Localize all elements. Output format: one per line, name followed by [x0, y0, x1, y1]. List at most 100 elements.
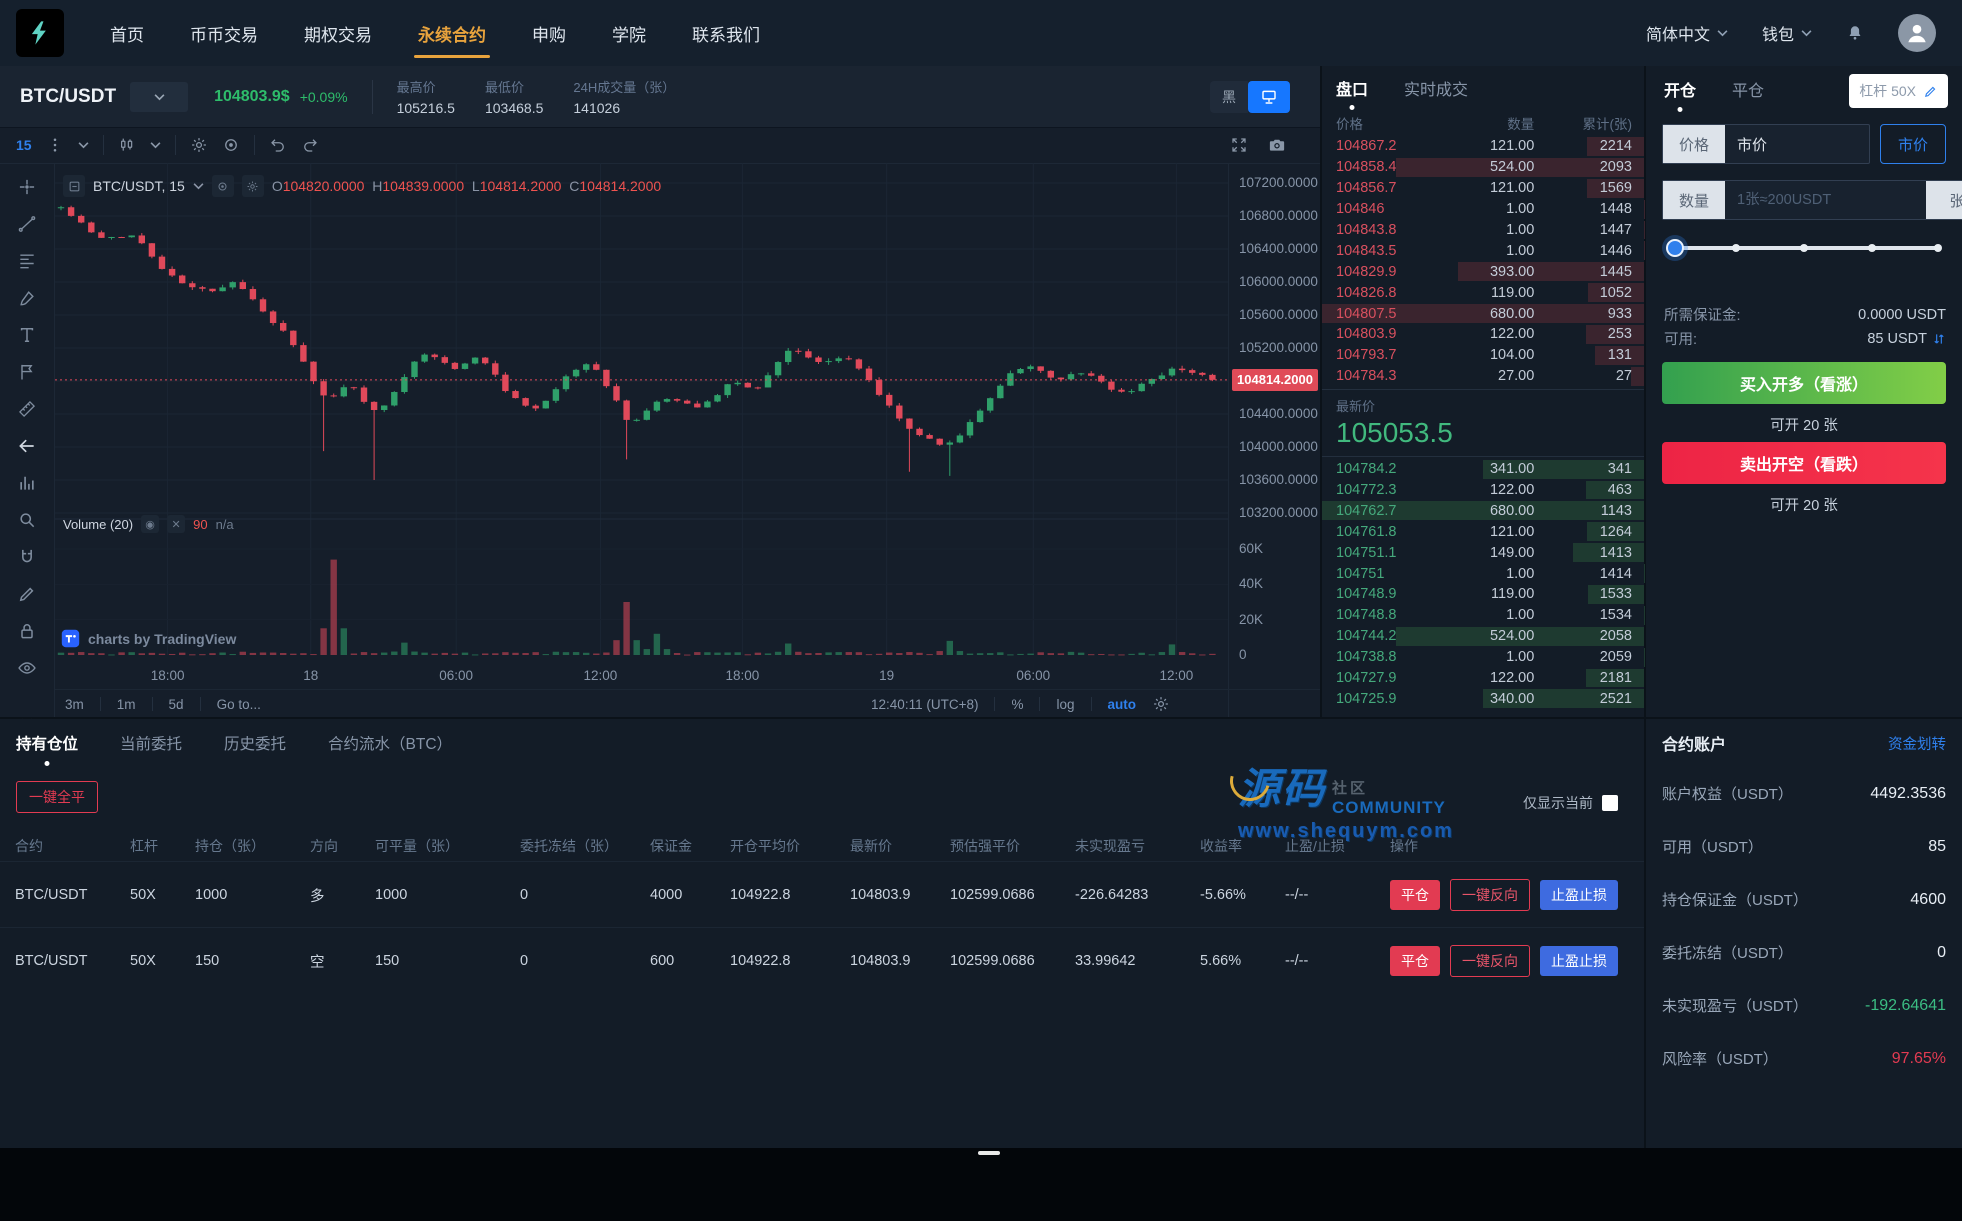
magnet-icon[interactable] — [17, 547, 37, 567]
magnifier-icon[interactable] — [17, 510, 37, 530]
ask-row[interactable]: 104793.7 104.00 131 — [1322, 345, 1644, 366]
chart-plot[interactable]: BTC/USDT, 15 O104820.0000 H104839.0000 L… — [55, 163, 1228, 663]
reverse-button[interactable]: 一键反向 — [1450, 879, 1530, 911]
theme-light-button[interactable] — [1248, 80, 1290, 113]
orderbook-tab-1[interactable]: 实时成交 — [1404, 76, 1468, 100]
time-axis[interactable]: 18:00 18 06:00 12:00 18:00 19 06:00 12:00 — [55, 663, 1228, 689]
slider-handle[interactable] — [1666, 239, 1684, 257]
bid-row[interactable]: 104727.9 122.00 2181 — [1322, 668, 1644, 689]
ask-row[interactable]: 104856.7 121.00 1569 — [1322, 178, 1644, 199]
arrow-left-icon[interactable] — [17, 436, 37, 456]
crosshair-icon[interactable] — [17, 177, 37, 197]
pencil-icon[interactable] — [17, 584, 37, 604]
bid-row[interactable]: 104748.8 1.00 1534 — [1322, 605, 1644, 626]
log-toggle[interactable]: log — [1056, 697, 1074, 712]
quantity-input[interactable] — [1725, 181, 1926, 219]
bell-icon[interactable] — [1846, 24, 1864, 42]
tpsl-button[interactable]: 止盈止损 — [1540, 946, 1618, 976]
bid-row[interactable]: 104751.1 149.00 1413 — [1322, 542, 1644, 563]
compare-icon[interactable] — [222, 136, 240, 154]
bid-row[interactable]: 104762.7 680.00 1143 — [1322, 500, 1644, 521]
camera-icon[interactable] — [1268, 136, 1286, 154]
orderbook-tab-0[interactable]: 盘口 — [1336, 76, 1368, 100]
bid-row[interactable]: 104772.3 122.00 463 — [1322, 480, 1644, 501]
ask-row[interactable]: 104829.9 393.00 1445 — [1322, 261, 1644, 282]
positions-tab-3[interactable]: 合约流水（BTC） — [328, 732, 452, 754]
interval-button[interactable]: 15 — [16, 137, 32, 153]
clock-label[interactable]: 12:40:11 (UTC+8) — [871, 697, 978, 712]
trade-tab-0[interactable]: 开仓 — [1664, 77, 1696, 101]
close-position-button[interactable]: 平仓 — [1390, 880, 1440, 910]
wallet-menu[interactable]: 钱包 — [1762, 21, 1812, 45]
chevron-down-icon[interactable] — [150, 141, 161, 149]
bid-row[interactable]: 104744.2 524.00 2058 — [1322, 626, 1644, 647]
price-input[interactable]: 价格 市价 — [1662, 124, 1870, 164]
ask-row[interactable]: 104843.8 1.00 1447 — [1322, 220, 1644, 241]
nav-item-2[interactable]: 期权交易 — [304, 0, 372, 66]
price-axis[interactable]: 107200.0000 106800.0000 106400.0000 106000.… — [1228, 163, 1321, 717]
brush-icon[interactable] — [17, 288, 37, 308]
ask-row[interactable]: 104858.4 524.00 2093 — [1322, 157, 1644, 178]
ask-row[interactable]: 104807.5 680.00 933 — [1322, 303, 1644, 324]
bid-row[interactable]: 104751 1.00 1414 — [1322, 563, 1644, 584]
positions-tab-0[interactable]: 持有仓位 — [16, 732, 78, 754]
fib-retracement-icon[interactable] — [17, 251, 37, 271]
pair-dropdown[interactable] — [130, 81, 189, 112]
fund-transfer-link[interactable]: 资金划转 — [1888, 733, 1946, 754]
ask-row[interactable]: 104846 1.00 1448 — [1322, 199, 1644, 220]
bid-row[interactable]: 104738.8 1.00 2059 — [1322, 647, 1644, 668]
trade-tab-1[interactable]: 平仓 — [1732, 77, 1764, 101]
slider-dot-75[interactable] — [1868, 244, 1876, 252]
gear-icon[interactable] — [1152, 695, 1170, 713]
nav-item-5[interactable]: 学院 — [612, 0, 646, 66]
pattern-flag-icon[interactable] — [17, 362, 37, 382]
eye-toggle-icon[interactable] — [211, 175, 234, 197]
range-1m[interactable]: 1m — [117, 697, 136, 712]
layout-icon[interactable] — [63, 175, 85, 197]
candlestick-chart[interactable] — [55, 163, 1228, 663]
ask-row[interactable]: 104826.8 119.00 1052 — [1322, 282, 1644, 303]
gear-icon[interactable] — [190, 136, 208, 154]
chevron-down-icon[interactable] — [78, 141, 89, 149]
slider-dot-25[interactable] — [1732, 244, 1740, 252]
legend-symbol[interactable]: BTC/USDT, 15 — [93, 178, 185, 194]
ask-row[interactable]: 104784.3 27.00 27 — [1322, 366, 1644, 387]
eye-icon[interactable] — [17, 658, 37, 678]
range-5d[interactable]: 5d — [169, 697, 184, 712]
text-icon[interactable] — [17, 325, 37, 345]
nav-item-0[interactable]: 首页 — [110, 0, 144, 66]
nav-item-3[interactable]: 永续合约 — [414, 0, 490, 66]
candle-type-icon[interactable] — [118, 136, 136, 154]
ask-row[interactable]: 104803.9 122.00 253 — [1322, 324, 1644, 345]
undo-icon[interactable] — [269, 136, 287, 154]
auto-toggle[interactable]: auto — [1108, 697, 1137, 712]
theme-dark-button[interactable]: 黑 — [1210, 80, 1248, 113]
bid-row[interactable]: 104725.9 340.00 2521 — [1322, 688, 1644, 709]
chevron-down-icon[interactable] — [193, 182, 204, 190]
range-3m[interactable]: 3m — [65, 697, 84, 712]
redo-icon[interactable] — [301, 136, 319, 154]
ruler-icon[interactable] — [17, 399, 37, 419]
nav-item-6[interactable]: 联系我们 — [692, 0, 760, 66]
close-all-button[interactable]: 一键全平 — [16, 781, 98, 813]
goto-button[interactable]: Go to... — [217, 697, 261, 712]
reverse-button[interactable]: 一键反向 — [1450, 945, 1530, 977]
percent-toggle[interactable]: % — [1011, 697, 1023, 712]
amount-slider[interactable] — [1666, 238, 1942, 258]
settings-icon[interactable] — [241, 175, 264, 197]
bid-row[interactable]: 104784.2 341.00 341 — [1322, 459, 1644, 480]
avatar[interactable] — [1898, 14, 1936, 52]
bid-row[interactable]: 104748.9 119.00 1533 — [1322, 584, 1644, 605]
close-position-button[interactable]: 平仓 — [1390, 946, 1440, 976]
ask-row[interactable]: 104867.2 121.00 2214 — [1322, 136, 1644, 157]
eye-icon[interactable]: ◉ — [141, 515, 160, 533]
nav-item-4[interactable]: 申购 — [532, 0, 566, 66]
bid-row[interactable]: 104761.8 121.00 1264 — [1322, 521, 1644, 542]
ask-row[interactable]: 104843.5 1.00 1446 — [1322, 240, 1644, 261]
slider-dot-50[interactable] — [1800, 244, 1808, 252]
only-current-checkbox[interactable] — [1602, 795, 1618, 811]
close-icon[interactable]: ✕ — [167, 515, 186, 533]
lock-icon[interactable] — [17, 621, 37, 641]
tpsl-button[interactable]: 止盈止损 — [1540, 880, 1618, 910]
tradingview-attribution[interactable]: charts by TradingView — [61, 629, 236, 648]
